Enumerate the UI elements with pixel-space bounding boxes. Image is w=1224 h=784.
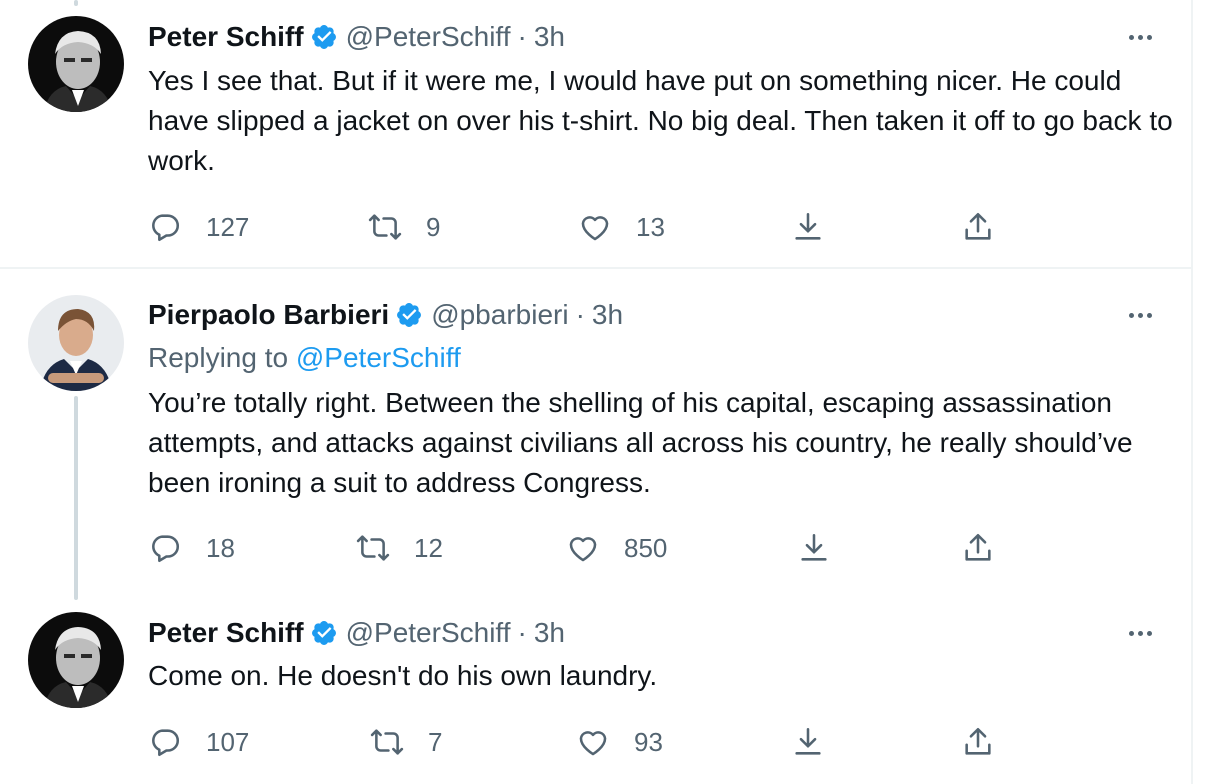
reply-count: 127 [206, 211, 250, 242]
tweet-1[interactable]: Peter Schiff @PeterSchiff · 3h Yes I see… [0, 0, 1191, 267]
verified-badge-icon [311, 25, 336, 49]
replying-to: Replying to @PeterSchiff [148, 342, 461, 374]
like-icon [581, 216, 609, 241]
bookmark-icon [801, 533, 827, 561]
more-options-icon[interactable] [1120, 613, 1160, 653]
share-icon [965, 727, 991, 755]
bookmark-button[interactable] [791, 722, 825, 762]
tweet-text: Come on. He doesn't do his own laundry. [148, 660, 658, 691]
separator-dot: · [575, 299, 585, 330]
timeline-right-border [1191, 0, 1193, 784]
share-button[interactable] [961, 528, 995, 568]
share-icon [965, 212, 991, 240]
retweet-icon [370, 729, 404, 755]
bookmark-button[interactable] [791, 207, 825, 247]
timestamp[interactable]: 3h [534, 21, 565, 53]
like-button[interactable]: 13 [578, 207, 665, 247]
tweet-text: You’re totally right. Between the shelli… [148, 387, 1133, 498]
separator-dot: · [517, 21, 527, 52]
tweet-header: Peter Schiff @PeterSchiff · 3h [148, 613, 565, 653]
reply-button[interactable]: 18 [148, 528, 235, 568]
separator-dot: · [517, 617, 527, 648]
reply-count: 18 [206, 532, 235, 563]
reply-icon [152, 729, 180, 757]
like-icon [569, 537, 597, 562]
author-handle[interactable]: @pbarbieri [431, 299, 568, 331]
retweet-count: 9 [426, 211, 441, 242]
like-button[interactable]: 93 [576, 722, 663, 762]
reply-button[interactable]: 107 [148, 722, 249, 762]
author-handle[interactable]: @PeterSchiff [346, 21, 511, 53]
reply-count: 107 [206, 726, 250, 757]
like-count: 93 [634, 726, 663, 757]
retweet-button[interactable]: 9 [368, 207, 440, 247]
more-options-icon[interactable] [1120, 17, 1160, 57]
tweet-3[interactable]: Peter Schiff @PeterSchiff · 3h Come on. … [0, 589, 1191, 784]
like-icon [579, 731, 607, 756]
tweet-2[interactable]: Pierpaolo Barbieri @pbarbieri · 3h Reply… [0, 269, 1191, 589]
like-button[interactable]: 850 [566, 528, 667, 568]
like-count: 13 [636, 211, 665, 242]
more-options-icon[interactable] [1120, 295, 1160, 335]
tweet-header: Pierpaolo Barbieri @pbarbieri · 3h [148, 295, 623, 335]
retweet-count: 7 [428, 726, 443, 757]
retweet-button[interactable]: 12 [356, 528, 443, 568]
share-button[interactable] [961, 207, 995, 247]
bookmark-icon [795, 212, 821, 240]
author-handle[interactable]: @PeterSchiff [346, 617, 511, 649]
reply-button[interactable]: 127 [148, 207, 249, 247]
bookmark-button[interactable] [797, 528, 831, 568]
like-count: 850 [624, 532, 668, 563]
tweet-text: Yes I see that. But if it were me, I wou… [148, 65, 1173, 176]
avatar-pierpaolo-barbieri[interactable] [28, 295, 124, 391]
tweet-actions: 107 7 93 [148, 722, 1048, 762]
reply-icon [152, 214, 180, 242]
share-button[interactable] [961, 722, 995, 762]
tweet-actions: 127 9 13 [148, 207, 1048, 247]
timestamp[interactable]: 3h [592, 299, 623, 331]
reply-icon [152, 535, 180, 563]
timestamp[interactable]: 3h [534, 617, 565, 649]
tweet-actions: 18 12 850 [148, 528, 1048, 568]
avatar-peter-schiff[interactable] [28, 16, 124, 112]
retweet-icon [356, 535, 390, 561]
retweet-button[interactable]: 7 [370, 722, 442, 762]
avatar-peter-schiff[interactable] [28, 612, 124, 708]
replying-to-handle[interactable]: @PeterSchiff [296, 342, 461, 373]
tweet-header: Peter Schiff @PeterSchiff · 3h [148, 17, 565, 57]
verified-badge-icon [397, 303, 422, 327]
author-name[interactable]: Peter Schiff [148, 617, 304, 649]
bookmark-icon [795, 727, 821, 755]
author-name[interactable]: Peter Schiff [148, 21, 304, 53]
retweet-icon [368, 214, 402, 240]
verified-badge-icon [311, 621, 336, 645]
replying-to-label: Replying to [148, 342, 289, 373]
author-name[interactable]: Pierpaolo Barbieri [148, 299, 389, 331]
share-icon [965, 533, 991, 561]
retweet-count: 12 [414, 532, 443, 563]
